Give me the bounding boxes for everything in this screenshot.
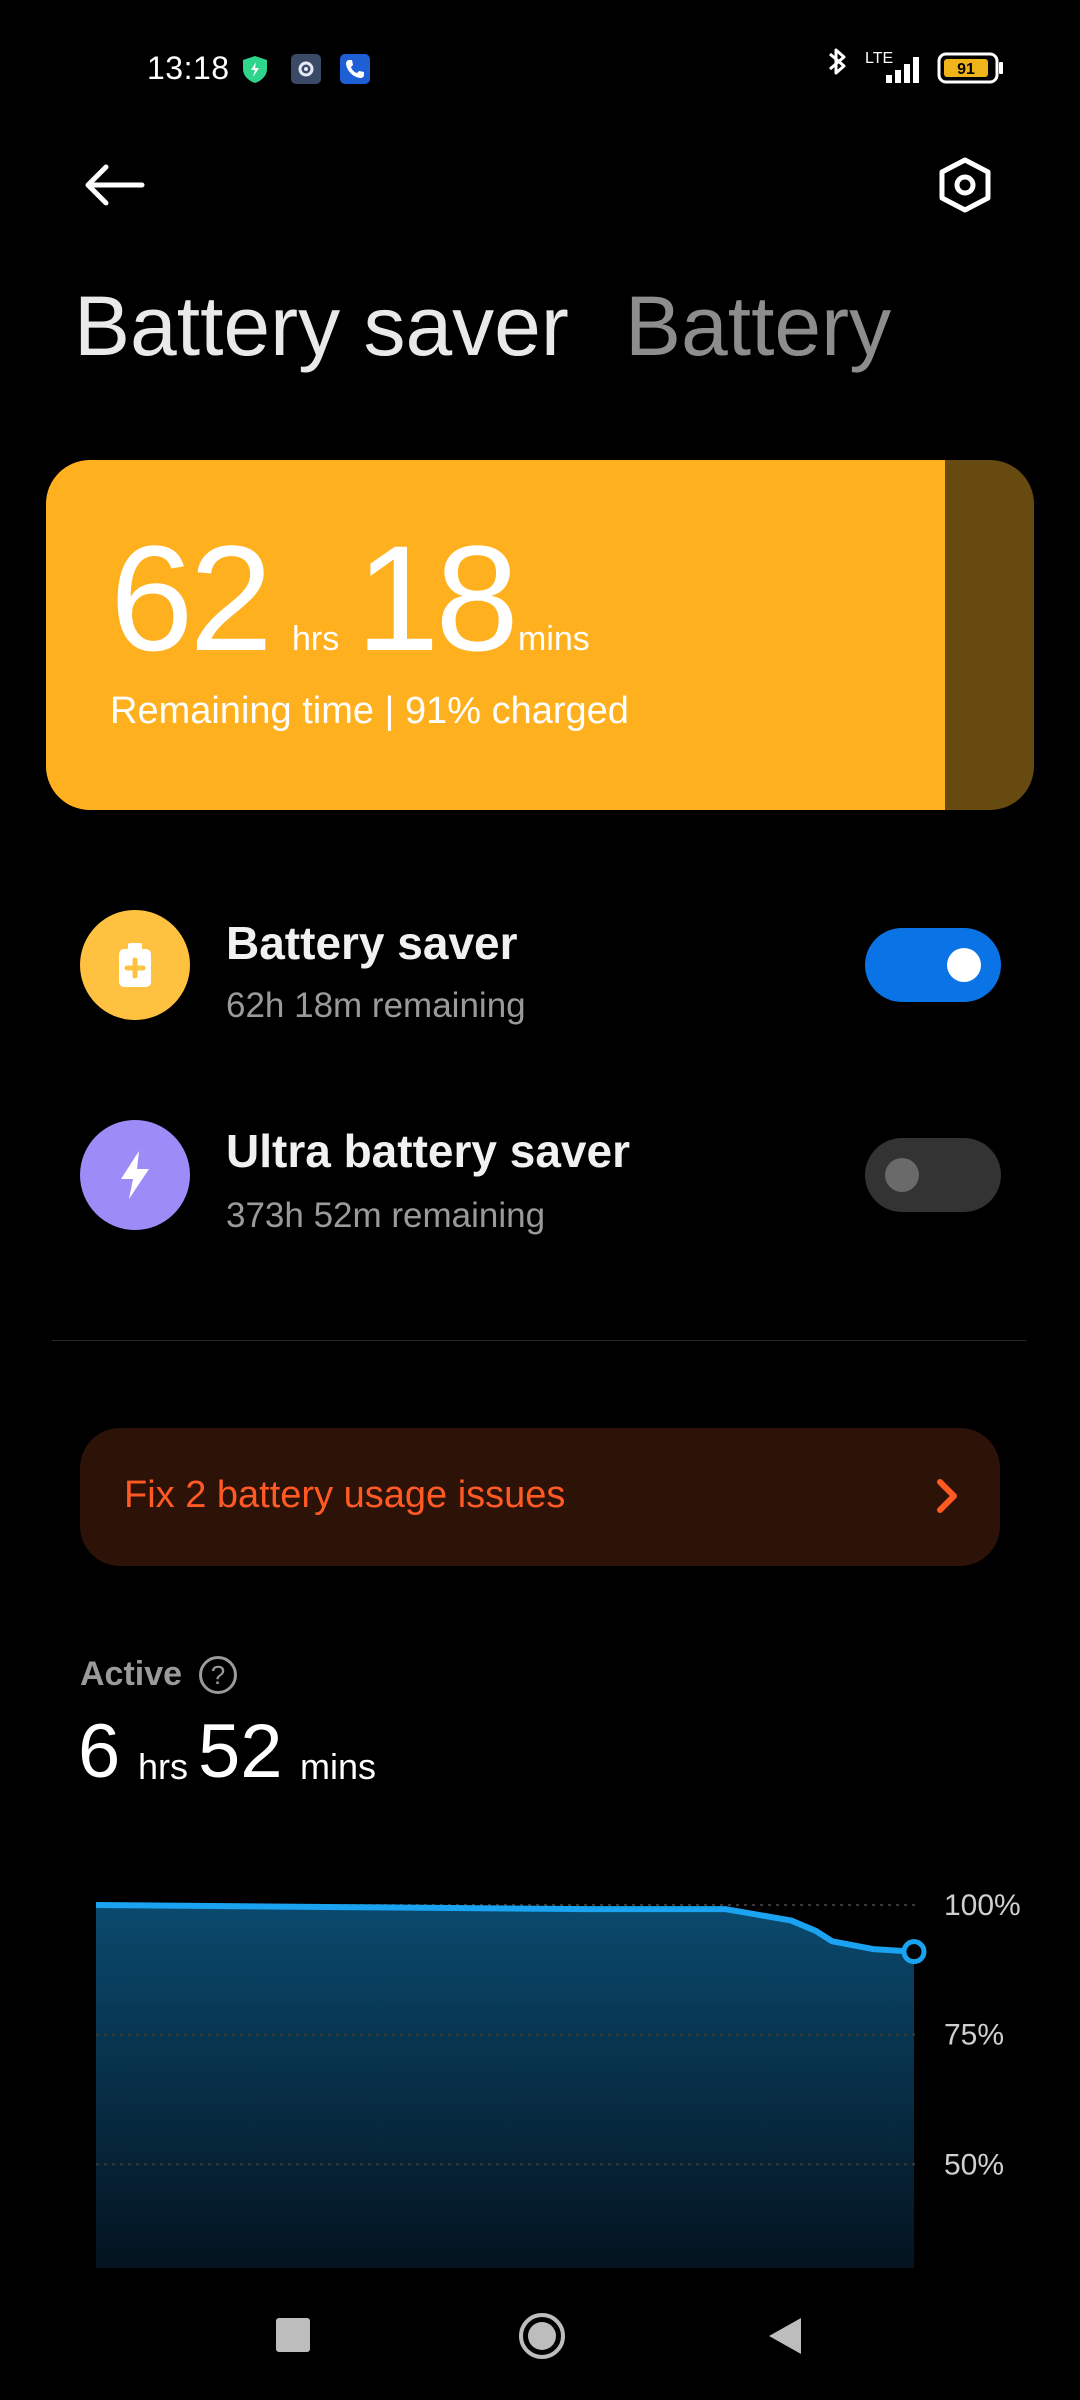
active-minutes-unit: mins — [300, 1746, 377, 1787]
ultra-battery-saver-title: Ultra battery saver — [226, 1125, 630, 1177]
minutes-unit: mins — [518, 620, 590, 658]
nav-back-button[interactable] — [765, 2314, 805, 2358]
active-label: Active — [80, 1655, 183, 1693]
remaining-time-card: 62 hrs 18 mins Remaining time | 91% char… — [46, 460, 1034, 810]
battery-area — [96, 1905, 914, 2268]
status-indicators: LTE 91 — [820, 44, 1080, 94]
battery-saver-toggle[interactable] — [865, 928, 1001, 1002]
settings-icon — [291, 54, 321, 84]
recents-button[interactable] — [276, 2318, 310, 2352]
remaining-subtitle: Remaining time | 91% charged — [110, 690, 629, 732]
fix-issues-button[interactable]: Fix 2 battery usage issues — [80, 1428, 1000, 1566]
home-circle-icon — [519, 2313, 565, 2359]
toggle-knob — [947, 948, 981, 982]
settings-button[interactable] — [925, 150, 1005, 220]
shield-icon — [240, 54, 270, 84]
battery-saver-subtitle: 62h 18m remaining — [226, 986, 526, 1025]
hours-unit: hrs — [292, 620, 340, 658]
ultra-battery-saver-row[interactable]: Ultra battery saver 373h 52m remaining — [0, 1100, 1080, 1250]
current-level-point — [901, 1939, 927, 1965]
hexagon-settings-icon — [939, 157, 991, 213]
remaining-hours: 62 — [110, 514, 273, 682]
active-hours: 6 — [78, 1709, 121, 1794]
battery-percent: 91 — [957, 61, 975, 78]
toggle-knob — [885, 1158, 919, 1192]
active-minutes: 52 — [198, 1709, 283, 1794]
remaining-minutes: 18 — [356, 514, 519, 682]
y-tick-label: 50% — [944, 2148, 1004, 2181]
section-divider — [52, 1340, 1026, 1341]
back-button[interactable] — [80, 150, 160, 220]
chevron-right-icon — [937, 1479, 957, 1513]
battery-plus-icon — [80, 910, 190, 1020]
battery-saver-row[interactable]: Battery saver 62h 18m remaining — [0, 890, 1080, 1040]
battery-level-chart: 100% 75% 50% — [95, 1889, 1021, 2268]
home-button[interactable] — [518, 2312, 566, 2360]
tab-battery-saver[interactable]: Battery saver — [74, 278, 569, 375]
fix-issues-label: Fix 2 battery usage issues — [124, 1474, 566, 1516]
network-type: LTE — [865, 50, 893, 67]
help-icon[interactable]: ? — [199, 1656, 237, 1694]
lightning-icon — [80, 1120, 190, 1230]
active-hours-unit: hrs — [138, 1746, 189, 1787]
battery-saver-title: Battery saver — [226, 917, 518, 969]
y-tick-label: 100% — [944, 1889, 1021, 1922]
status-time: 13:18 — [147, 50, 230, 86]
ultra-battery-saver-toggle[interactable] — [865, 1138, 1001, 1212]
triangle-back-icon — [769, 2318, 801, 2354]
tab-battery[interactable]: Battery — [625, 278, 891, 375]
ultra-battery-saver-subtitle: 373h 52m remaining — [226, 1196, 546, 1235]
arrow-left-icon — [85, 164, 145, 206]
phone-icon — [340, 54, 370, 84]
y-tick-label: 75% — [944, 2019, 1004, 2052]
